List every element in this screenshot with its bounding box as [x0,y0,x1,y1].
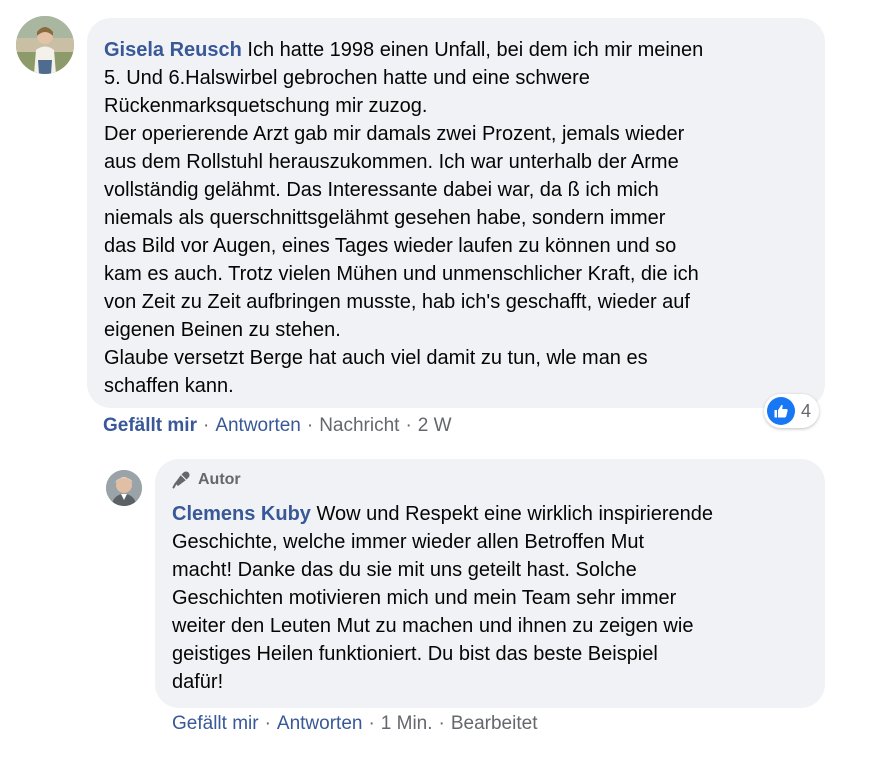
avatar-clemens-kuby[interactable] [106,470,142,506]
edited-label[interactable]: Bearbeitet [451,712,538,736]
separator-dot: · [405,415,412,436]
author-badge: Autor [172,468,809,492]
comment-author-link[interactable]: Gisela Reusch [104,39,242,61]
reply-button[interactable]: Antworten [277,712,363,736]
separator-dot: · [306,415,314,436]
separator-dot: · [264,713,271,734]
reaction-count: 4 [801,400,812,421]
like-button[interactable]: Gefällt mir [103,414,197,438]
reply-bubble: Autor Clemens Kuby Wow und Respekt eine … [155,459,825,708]
separator-dot: · [438,713,445,734]
separator-dot: · [202,415,210,436]
comment-timestamp[interactable]: 2 W [418,414,452,438]
reply-author-link[interactable]: Clemens Kuby [172,503,311,525]
profile-photo-icon [106,470,142,506]
separator-dot: · [368,713,375,734]
author-badge-label: Autor [198,471,241,488]
comment-text: Ich hatte 1998 einen Unfall, bei dem ich… [104,39,704,397]
reply-text: Wow und Respekt eine wirklich inspiriere… [172,503,713,693]
microphone-icon [172,471,190,489]
avatar-gisela-reusch[interactable] [16,16,74,74]
profile-photo-icon [16,16,74,74]
like-thumb-icon [767,397,795,425]
comment-bubble: Gisela Reusch Ich hatte 1998 einen Unfal… [87,18,825,408]
message-link[interactable]: Nachricht [319,414,399,438]
reply-action-bar: Gefällt mir · Antworten · 1 Min. · Bearb… [172,712,537,736]
like-button[interactable]: Gefällt mir [172,712,259,736]
comment-action-bar: Gefällt mir · Antworten · Nachricht · 2 … [103,414,452,438]
reply-button[interactable]: Antworten [215,414,301,438]
reaction-summary[interactable]: 4 [764,394,820,428]
reply-timestamp[interactable]: 1 Min. [381,712,433,736]
